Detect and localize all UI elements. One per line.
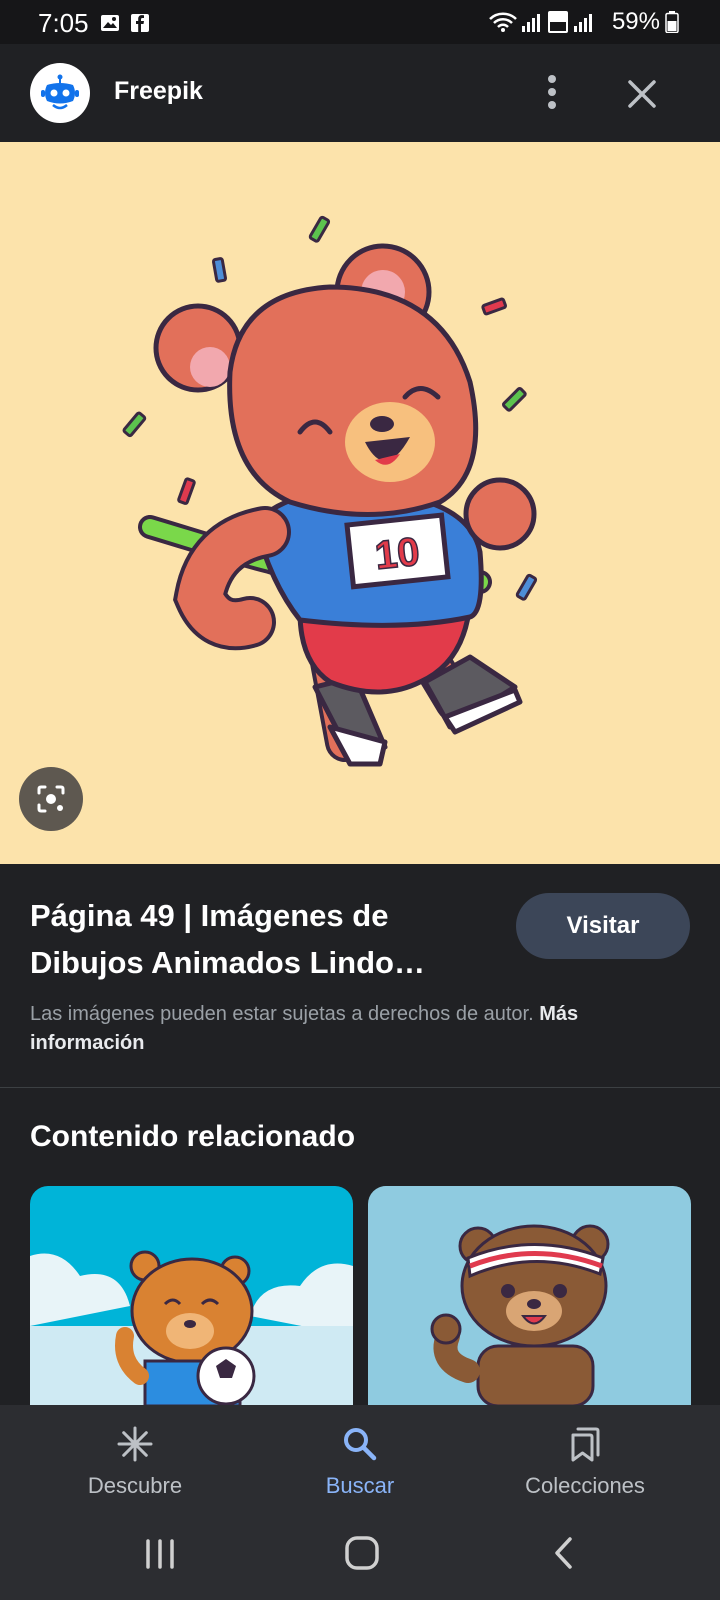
search-icon — [344, 1428, 377, 1461]
volte-icon — [548, 11, 568, 33]
nav-label-colecciones: Colecciones — [525, 1473, 645, 1498]
bottom-navigation: Descubre Buscar Colecciones — [0, 1405, 720, 1505]
more-vert-icon[interactable] — [537, 72, 567, 112]
bear-runner-illustration: 10 — [122, 215, 538, 767]
back-icon[interactable] — [552, 1535, 576, 1571]
recent-apps-icon[interactable] — [143, 1539, 177, 1569]
close-icon[interactable] — [624, 76, 660, 112]
visit-button[interactable]: Visitar — [516, 893, 690, 959]
status-bar: 7:05 59% — [0, 0, 720, 44]
system-navigation-bar — [0, 1505, 720, 1600]
related-card-soccer-bear[interactable] — [30, 1186, 353, 1406]
copyright-text: Las imágenes pueden estar sujetas a dere… — [30, 1003, 534, 1025]
home-icon[interactable] — [344, 1535, 380, 1571]
nav-item-descubre[interactable]: Descubre — [15, 1405, 255, 1505]
freepik-logo[interactable] — [30, 63, 90, 123]
divider — [0, 1087, 720, 1088]
signal-icon — [522, 14, 540, 32]
related-heading: Contenido relacionado — [30, 1120, 356, 1153]
preview-image[interactable]: 10 — [0, 142, 720, 864]
collections-icon — [571, 1427, 600, 1462]
result-title[interactable]: Página 49 | Imágenes de Dibujos Animados… — [30, 892, 460, 986]
svg-text:10: 10 — [373, 530, 422, 578]
related-card-headband-bear[interactable] — [368, 1186, 691, 1406]
asterisk-icon — [117, 1426, 153, 1462]
image-notification-icon — [101, 15, 119, 31]
nav-label-buscar: Buscar — [325, 1473, 395, 1498]
signal-icon-2 — [574, 14, 592, 32]
google-lens-icon[interactable] — [19, 767, 83, 831]
status-time: 7:05 — [38, 8, 89, 38]
facebook-icon — [131, 14, 149, 32]
nav-label-descubre: Descubre — [87, 1473, 183, 1498]
copyright-notice: Las imágenes pueden estar sujetas a dere… — [30, 1000, 670, 1058]
source-name[interactable]: Freepik — [114, 77, 203, 106]
wifi-icon — [489, 12, 517, 32]
app-bar: Freepik — [0, 44, 720, 142]
battery-icon — [665, 11, 679, 33]
nav-item-colecciones[interactable]: Colecciones — [465, 1405, 705, 1505]
battery-percentage: 59% — [611, 8, 660, 35]
nav-item-buscar[interactable]: Buscar — [240, 1405, 480, 1505]
